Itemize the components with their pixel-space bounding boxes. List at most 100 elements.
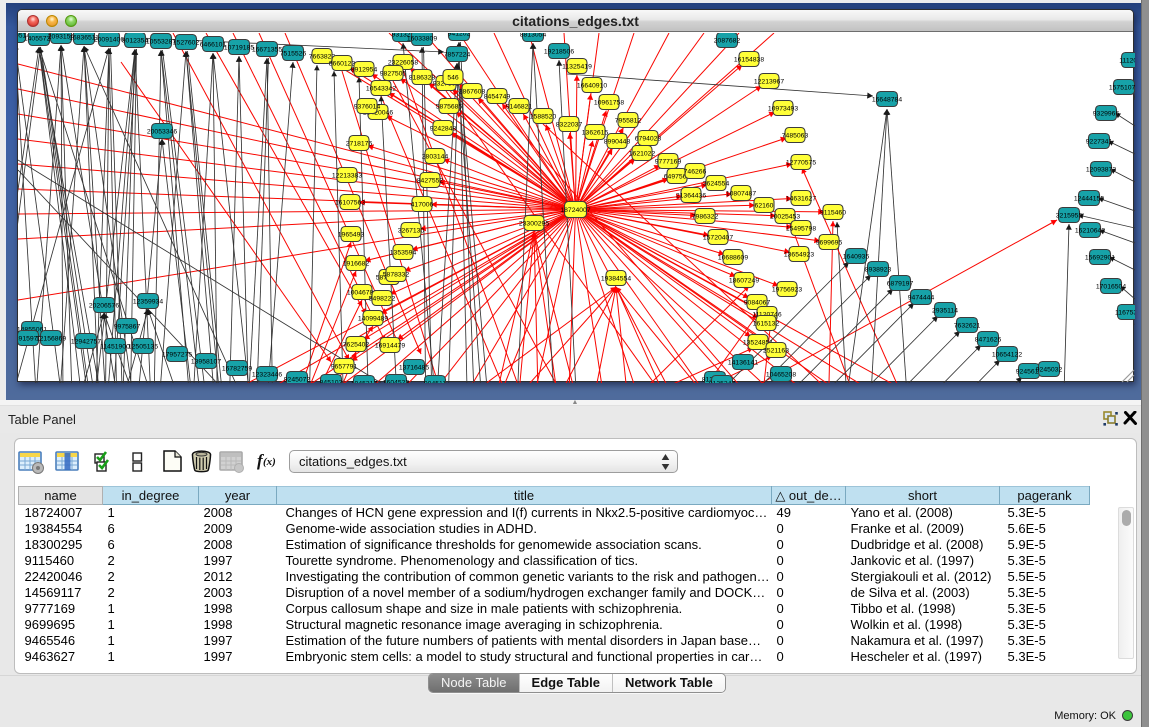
svg-text:8912954: 8912954 <box>351 66 378 73</box>
svg-text:1621022: 1621022 <box>629 150 656 157</box>
svg-text:6794028: 6794028 <box>635 135 662 142</box>
svg-text:10688609: 10688609 <box>718 254 748 261</box>
svg-text:2867608: 2867608 <box>459 88 486 95</box>
svg-text:1965493: 1965493 <box>338 231 365 238</box>
svg-text:2803144: 2803144 <box>422 153 449 160</box>
svg-text:17016504: 17016504 <box>1096 283 1126 290</box>
svg-text:5875685: 5875685 <box>436 103 463 110</box>
svg-text:7632621: 7632621 <box>954 322 981 329</box>
svg-text:1588520: 1588520 <box>530 113 557 120</box>
svg-text:1353594: 1353594 <box>390 249 417 256</box>
svg-text:1604523: 1604523 <box>383 379 410 383</box>
svg-text:20091406: 20091406 <box>94 36 124 43</box>
svg-text:16648784: 16648784 <box>872 96 902 103</box>
svg-text:23300295: 23300295 <box>519 220 549 227</box>
svg-text:10553287: 10553287 <box>146 38 176 45</box>
svg-text:20053346: 20053346 <box>147 128 177 135</box>
svg-text:12156869: 12156869 <box>36 335 66 342</box>
svg-text:11325419: 11325419 <box>562 63 592 70</box>
svg-text:21364436: 21364436 <box>676 192 706 199</box>
svg-text:1640935: 1640935 <box>843 253 870 260</box>
svg-text:941202: 941202 <box>448 33 471 37</box>
svg-text:62160: 62160 <box>755 202 774 209</box>
svg-text:8990448: 8990448 <box>604 138 631 145</box>
svg-text:12444155: 12444155 <box>1074 195 1104 202</box>
svg-text:2521163: 2521163 <box>763 347 789 354</box>
svg-text:7625402: 7625402 <box>343 341 370 348</box>
svg-text:10807487: 10807487 <box>726 190 756 197</box>
svg-text:7663822: 7663822 <box>309 53 336 60</box>
svg-text:9827505: 9827505 <box>380 70 407 77</box>
svg-text:12770575: 12770575 <box>786 159 816 166</box>
svg-text:1916682: 1916682 <box>343 260 370 267</box>
svg-text:9376014: 9376014 <box>354 103 381 110</box>
svg-text:10719185: 10719185 <box>224 44 254 51</box>
svg-text:3267130: 3267130 <box>398 227 425 234</box>
svg-text:1615132: 1615132 <box>753 320 780 327</box>
svg-text:546: 546 <box>447 74 459 81</box>
svg-text:7485063: 7485063 <box>782 132 809 139</box>
svg-text:16640910: 16640910 <box>577 82 607 89</box>
svg-text:1045317: 1045317 <box>351 380 378 383</box>
svg-text:13958107: 13958107 <box>191 358 221 365</box>
svg-text:1527602: 1527602 <box>173 39 200 46</box>
svg-text:16107563: 16107563 <box>335 199 365 206</box>
svg-text:13716485: 13716485 <box>399 364 429 371</box>
svg-text:5878332: 5878332 <box>383 271 410 278</box>
svg-text:8813054: 8813054 <box>520 33 547 38</box>
svg-text:7857224: 7857224 <box>444 51 471 58</box>
svg-text:6879197: 6879197 <box>887 280 914 287</box>
svg-text:19756923: 19756923 <box>772 286 802 293</box>
svg-text:10543342: 10543342 <box>366 85 396 92</box>
svg-text:14136141: 14136141 <box>728 359 758 366</box>
svg-text:16782759: 16782759 <box>222 365 252 372</box>
svg-text:2087682: 2087682 <box>714 37 741 44</box>
svg-text:16033809: 16033809 <box>407 35 437 42</box>
svg-text:8186328: 8186328 <box>409 74 436 81</box>
svg-text:19384554: 19384554 <box>601 275 631 282</box>
svg-text:9135247: 9135247 <box>709 380 736 383</box>
svg-text:9115460: 9115460 <box>820 209 846 216</box>
svg-text:16210643: 16210643 <box>1075 227 1105 234</box>
svg-text:12213967: 12213967 <box>754 78 784 85</box>
svg-text:1112057: 1112057 <box>1119 57 1135 64</box>
svg-text:1167535: 1167535 <box>1115 309 1135 316</box>
svg-text:3215955: 3215955 <box>1056 212 1083 219</box>
svg-text:19218506: 19218506 <box>544 48 574 55</box>
svg-text:12942757: 12942757 <box>71 338 101 345</box>
svg-text:8322037: 8322037 <box>556 121 583 128</box>
svg-text:9084067: 9084067 <box>744 299 771 306</box>
svg-text:9975867: 9975867 <box>114 323 141 330</box>
svg-text:15495798: 15495798 <box>786 225 816 232</box>
svg-text:417006: 417006 <box>411 201 434 208</box>
svg-text:12359934: 12359934 <box>133 298 163 305</box>
svg-text:7515526: 7515526 <box>280 50 307 57</box>
svg-text:13654923: 13654923 <box>784 251 814 258</box>
svg-text:(x): (x) <box>263 456 276 468</box>
svg-text:16671355: 16671355 <box>252 46 282 53</box>
svg-text:904511: 904511 <box>424 380 446 383</box>
svg-text:12213383: 12213383 <box>332 172 362 179</box>
svg-text:18607249: 18607249 <box>729 277 759 284</box>
svg-text:12505135: 12505135 <box>128 343 158 350</box>
svg-text:9657791: 9657791 <box>331 363 358 370</box>
svg-text:12093873: 12093873 <box>1086 166 1116 173</box>
svg-text:9245032: 9245032 <box>1036 366 1063 373</box>
svg-text:9146821: 9146821 <box>506 103 533 110</box>
svg-text:20206576: 20206576 <box>89 302 119 309</box>
svg-text:15720407: 15720407 <box>703 234 733 241</box>
svg-text:2718176: 2718176 <box>346 140 373 147</box>
svg-text:16154838: 16154838 <box>734 56 764 63</box>
svg-text:9242848: 9242848 <box>430 125 457 132</box>
svg-text:9245072: 9245072 <box>284 376 311 383</box>
svg-text:3624554: 3624554 <box>703 180 730 187</box>
svg-text:16914479: 16914479 <box>375 342 405 349</box>
svg-text:7955812: 7955812 <box>615 117 642 124</box>
svg-text:9699695: 9699695 <box>816 239 843 246</box>
svg-text:11451900: 11451900 <box>100 343 130 350</box>
svg-text:10961758: 10961758 <box>594 99 624 106</box>
svg-text:7986322: 7986322 <box>692 213 719 220</box>
svg-text:17957275: 17957275 <box>162 351 192 358</box>
svg-text:9777169: 9777169 <box>655 158 682 165</box>
svg-text:15751074: 15751074 <box>1109 84 1135 91</box>
